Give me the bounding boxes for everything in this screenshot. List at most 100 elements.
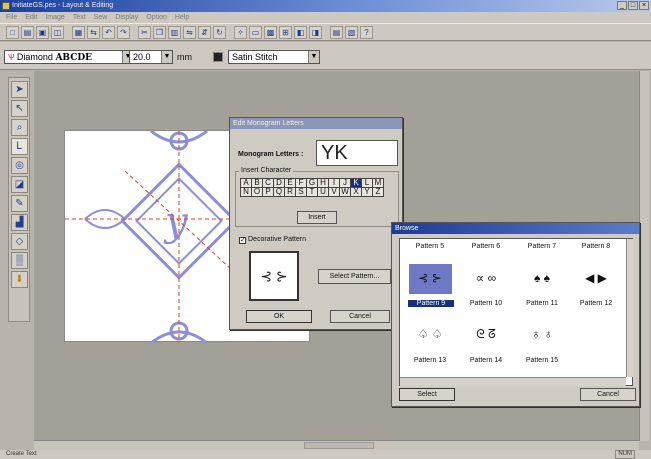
select-button[interactable]: Select: [399, 388, 455, 401]
app-icon: [2, 2, 10, 10]
transfer-icon[interactable]: ⇆: [87, 25, 100, 39]
font-select[interactable]: Ѱ Diamond ABCDE ▼: [4, 50, 134, 64]
point-edit-icon[interactable]: ↖: [11, 100, 28, 117]
import-icon[interactable]: ◫: [51, 25, 64, 39]
thread-color-swatch[interactable]: [213, 52, 223, 62]
cut-icon[interactable]: ✂: [138, 25, 151, 39]
print-icon[interactable]: ▦: [72, 25, 85, 39]
chevron-down-icon[interactable]: ▼: [161, 51, 172, 63]
pattern-11-icon[interactable]: ♠ ♠: [514, 271, 570, 285]
mirror-icon[interactable]: ⇋: [183, 25, 196, 39]
pattern-15-label[interactable]: Pattern 15: [514, 357, 570, 364]
size-value: 20.0: [133, 52, 151, 62]
minimize-button[interactable]: _: [617, 1, 627, 10]
property-icon[interactable]: ▧: [345, 25, 358, 39]
text-settings-bar: Ѱ Diamond ABCDE ▼ 20.0 ▼ mm Satin Stitch…: [0, 42, 651, 70]
preview-icon[interactable]: ◧: [294, 25, 307, 39]
stamp-icon[interactable]: ▟: [11, 214, 28, 231]
realistic-preview-icon[interactable]: ◨: [309, 25, 322, 39]
insert-character-legend: Insert Character: [239, 167, 294, 174]
pattern-11-label[interactable]: Pattern 11: [514, 300, 570, 307]
text-on-path-icon[interactable]: ◎: [11, 157, 28, 174]
vertical-scrollbar[interactable]: [639, 71, 649, 441]
open-icon[interactable]: ▤: [21, 25, 34, 39]
cancel-button[interactable]: Cancel: [330, 310, 390, 323]
pattern-12-label[interactable]: Pattern 12: [568, 300, 624, 307]
insert-button[interactable]: Insert: [297, 211, 337, 224]
zoom-icon[interactable]: ⌕: [11, 119, 28, 136]
measure-icon[interactable]: ◇: [11, 233, 28, 250]
menu-sew[interactable]: Sew: [94, 12, 108, 23]
horizontal-scrollbar[interactable]: [34, 440, 639, 450]
pattern-13-label[interactable]: Pattern 13: [402, 357, 458, 364]
monogram-letters-label: Monogram Letters :: [238, 151, 304, 158]
pattern-15-icon[interactable]: ♁ ♁: [514, 327, 570, 341]
menu-file[interactable]: File: [6, 12, 17, 23]
menu-image[interactable]: Image: [45, 12, 64, 23]
pattern-list[interactable]: Pattern 5 Pattern 6 Pattern 7 Pattern 8 …: [399, 238, 634, 386]
chevron-down-icon[interactable]: ▼: [308, 51, 319, 63]
pattern-9-icon[interactable]: ⊰ ⊱: [402, 271, 458, 285]
select-pattern-button[interactable]: Select Pattern...: [318, 269, 391, 284]
paste-icon[interactable]: ▥: [168, 25, 181, 39]
flip-icon[interactable]: ⇵: [198, 25, 211, 39]
main-toolbar: □ ▤ ▣ ◫ ▦ ⇆ ↶ ↷ ✂ ❐ ▥ ⇋ ⇵ ↻ ✧ ▭ ▩ ⊞ ◧ ◨ …: [0, 23, 651, 41]
hoop-icon[interactable]: ▭: [249, 25, 262, 39]
maximize-button[interactable]: □: [628, 1, 638, 10]
pattern-list-horizontal-scrollbar[interactable]: [400, 377, 626, 386]
undo-icon[interactable]: ↶: [102, 25, 115, 39]
menu-bar: File Edit Image Text Sew Display Option …: [0, 12, 651, 23]
decorative-pattern-preview: ⊰ ⊱: [249, 251, 299, 301]
grid-icon[interactable]: ▩: [264, 25, 277, 39]
pattern-list-vertical-scrollbar[interactable]: [626, 239, 634, 377]
stitch-value: Satin Stitch: [232, 52, 278, 62]
menu-text[interactable]: Text: [73, 12, 86, 23]
manual-punch-icon[interactable]: ⬇: [11, 271, 28, 288]
rotate-icon[interactable]: ↻: [213, 25, 226, 39]
save-icon[interactable]: ▣: [36, 25, 49, 39]
outline-icon[interactable]: ✎: [11, 195, 28, 212]
pattern-10-icon[interactable]: ∝ ∞: [458, 271, 514, 285]
wizard-icon[interactable]: ✧: [234, 25, 247, 39]
status-bar: Create Text NUM: [0, 450, 651, 459]
decorative-pattern-checkbox[interactable]: ✓ Decorative Pattern: [239, 236, 306, 244]
close-button[interactable]: ×: [639, 1, 649, 10]
pattern-7-label[interactable]: Pattern 7: [514, 243, 570, 250]
edit-monogram-dialog: Edit Monogram Letters Monogram Letters :…: [229, 117, 403, 330]
pattern-14-icon[interactable]: ᘓ ᘔ: [458, 327, 514, 342]
character-grid: A B C D E F G H I J K L M N O P Q R S T …: [240, 178, 384, 197]
monogram-tool-icon[interactable]: Ꮮ: [11, 138, 28, 155]
checkmark-icon[interactable]: ✓: [239, 237, 246, 244]
browse-title: Browse: [392, 223, 639, 234]
menu-option[interactable]: Option: [146, 12, 167, 23]
zoom-fit-icon[interactable]: ⊞: [279, 25, 292, 39]
help-icon[interactable]: ?: [360, 25, 373, 39]
pattern-6-label[interactable]: Pattern 6: [458, 243, 514, 250]
new-icon[interactable]: □: [6, 25, 19, 39]
shape-icon[interactable]: ◪: [11, 176, 28, 193]
menu-edit[interactable]: Edit: [25, 12, 37, 23]
stitch-type-select[interactable]: Satin Stitch ▼: [228, 50, 320, 64]
menu-help[interactable]: Help: [175, 12, 189, 23]
char-button[interactable]: Z: [372, 187, 384, 197]
pattern-10-label[interactable]: Pattern 10: [458, 300, 514, 307]
pattern-14-label[interactable]: Pattern 14: [458, 357, 514, 364]
monogram-glyph: y: [163, 199, 189, 245]
decorative-pattern-label: Decorative Pattern: [248, 236, 306, 243]
copy-icon[interactable]: ❐: [153, 25, 166, 39]
redo-icon[interactable]: ↷: [117, 25, 130, 39]
pattern-9-label[interactable]: Pattern 9: [408, 300, 454, 307]
ok-button[interactable]: OK: [246, 310, 312, 323]
monogram-letters-input[interactable]: YK: [316, 140, 398, 166]
pattern-5-label[interactable]: Pattern 5: [402, 243, 458, 250]
pattern-13-icon[interactable]: ♤ ♤: [402, 327, 458, 341]
sew-order-icon[interactable]: ▤: [330, 25, 343, 39]
pattern-8-label[interactable]: Pattern 8: [568, 243, 624, 250]
hoop-tool-icon[interactable]: ▒: [11, 252, 28, 269]
browse-cancel-button[interactable]: Cancel: [580, 388, 636, 401]
font-name: Diamond: [16, 52, 53, 62]
menu-display[interactable]: Display: [115, 12, 138, 23]
select-arrow-icon[interactable]: ➤: [11, 81, 28, 98]
pattern-12-icon[interactable]: ◀ ▶: [568, 271, 624, 285]
size-select[interactable]: 20.0 ▼: [129, 50, 173, 64]
